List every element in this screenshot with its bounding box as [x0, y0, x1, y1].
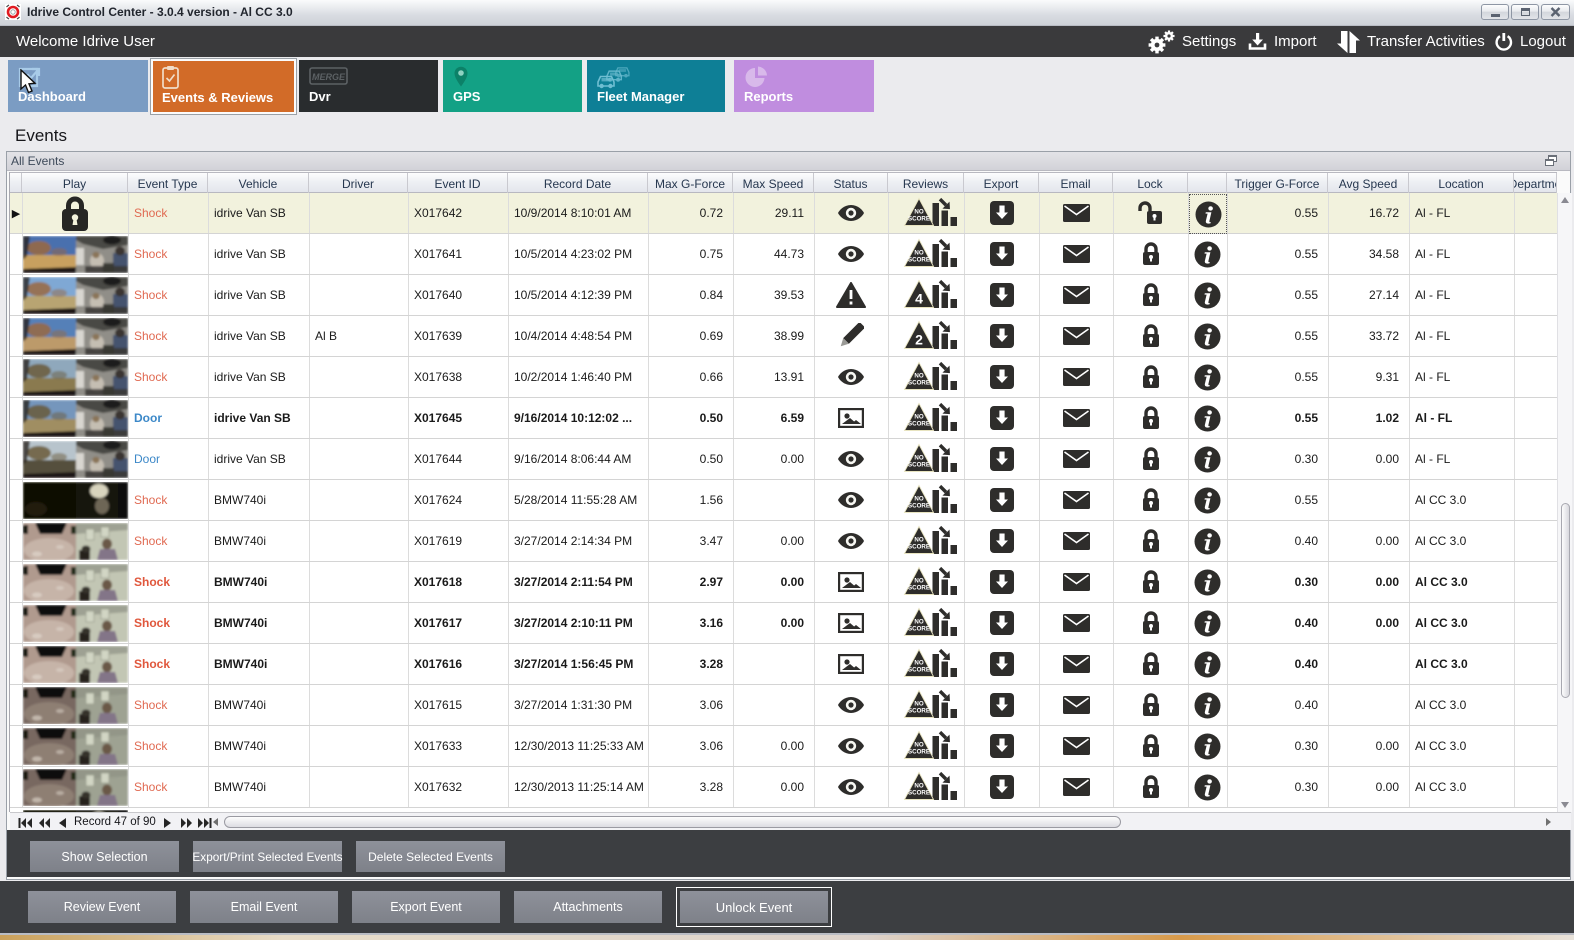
svg-text:SCORE: SCORE: [908, 543, 930, 550]
svg-text:NO: NO: [914, 782, 923, 789]
svg-text:NO: NO: [914, 249, 923, 256]
svg-text:SCORE: SCORE: [908, 707, 930, 714]
svg-text:SCORE: SCORE: [908, 666, 930, 673]
svg-text:NO: NO: [914, 413, 923, 420]
svg-text:NO: NO: [914, 495, 923, 502]
svg-text:NO: NO: [914, 700, 923, 707]
svg-text:NO: NO: [914, 536, 923, 543]
svg-text:SCORE: SCORE: [908, 256, 930, 263]
svg-text:SCORE: SCORE: [908, 379, 930, 386]
svg-text:NO: NO: [914, 577, 923, 584]
svg-text:SCORE: SCORE: [908, 748, 930, 755]
svg-text:NO: NO: [914, 372, 923, 379]
svg-text:NO: NO: [914, 208, 923, 215]
svg-text:SCORE: SCORE: [908, 461, 930, 468]
svg-text:NO: NO: [914, 618, 923, 625]
svg-text:SCORE: SCORE: [908, 625, 930, 632]
svg-text:2: 2: [915, 331, 923, 347]
svg-text:MERGE: MERGE: [312, 72, 346, 82]
svg-text:SCORE: SCORE: [908, 420, 930, 427]
svg-text:SCORE: SCORE: [908, 789, 930, 796]
svg-text:SCORE: SCORE: [908, 215, 930, 222]
svg-text:NO: NO: [914, 741, 923, 748]
svg-text:4: 4: [915, 290, 923, 306]
svg-text:SCORE: SCORE: [908, 584, 930, 591]
svg-text:SCORE: SCORE: [908, 502, 930, 509]
svg-text:NO: NO: [914, 659, 923, 666]
svg-text:NO: NO: [914, 454, 923, 461]
